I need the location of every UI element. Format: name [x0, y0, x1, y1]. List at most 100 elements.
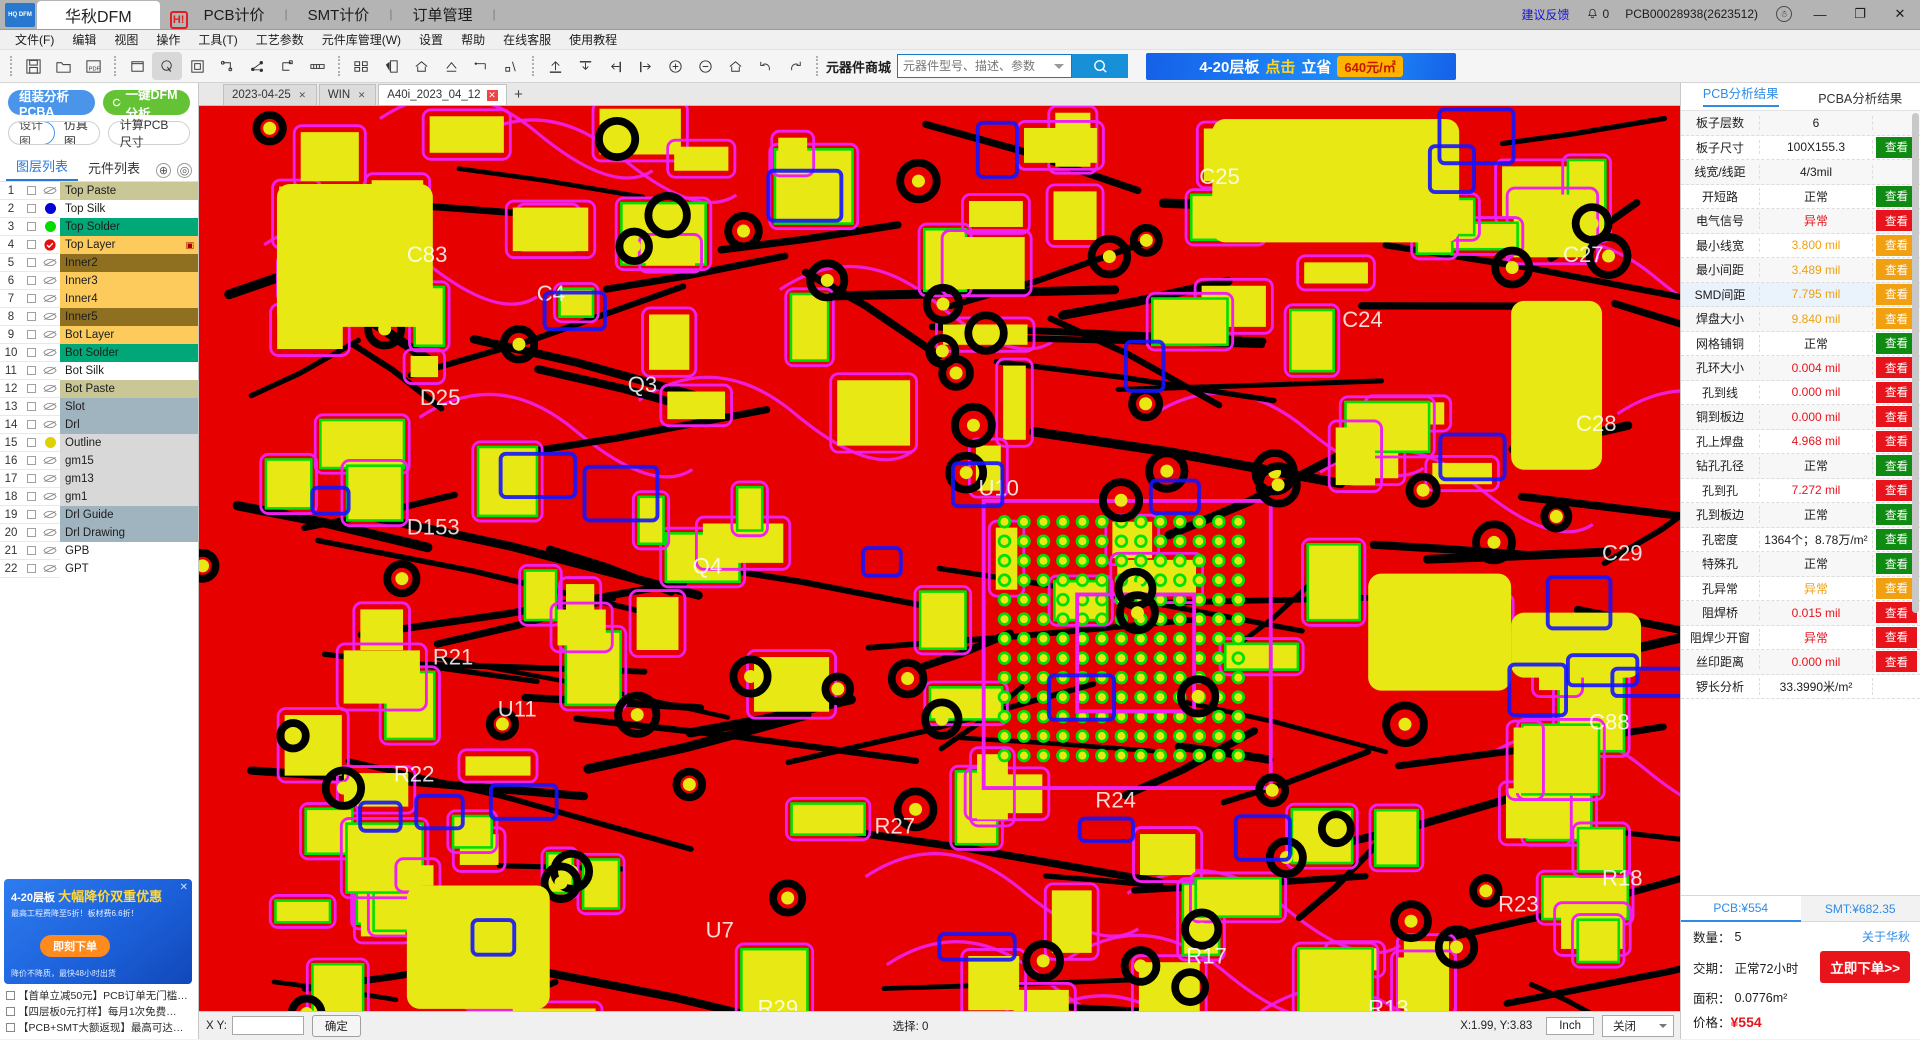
layer-row[interactable]: 9 Bot Layer: [0, 325, 198, 344]
menu-file[interactable]: 文件(F): [6, 30, 63, 50]
layer-row[interactable]: 20 Drl Drawing: [0, 523, 198, 542]
layer-color-dot[interactable]: [44, 203, 56, 214]
view-detail-button[interactable]: 查看: [1876, 626, 1917, 648]
export-pdf-icon[interactable]: PDF: [78, 52, 108, 80]
layer-checkbox[interactable]: [22, 276, 40, 285]
tab-order-manage[interactable]: 订单管理: [396, 0, 488, 29]
component-search-field[interactable]: [897, 54, 1073, 78]
layer-visible-check-icon[interactable]: [44, 238, 56, 251]
notification-bell[interactable]: 0: [1580, 7, 1616, 21]
tab-smt-price[interactable]: SMT:¥682.35: [1800, 896, 1920, 922]
tab-component-list[interactable]: 元件列表: [78, 158, 150, 181]
analysis-row[interactable]: 孔到孔 7.272 mil 查看: [1681, 479, 1920, 503]
layer-name[interactable]: Inner4: [60, 289, 198, 308]
analysis-row[interactable]: 焊盘大小 9.840 mil 查看: [1681, 307, 1920, 332]
layer-hidden-eye-icon[interactable]: [43, 276, 57, 285]
layer-checkbox[interactable]: [22, 474, 40, 483]
search-button[interactable]: [1072, 54, 1129, 78]
close-icon[interactable]: ✕: [486, 89, 498, 101]
promo-banner[interactable]: 4-20层板 点击 立省 640元/㎡: [1146, 52, 1457, 80]
view-detail-button[interactable]: 查看: [1876, 455, 1917, 477]
layer-hidden-eye-icon[interactable]: [43, 528, 57, 537]
analysis-row[interactable]: 阻焊少开窗 异常 查看: [1681, 626, 1920, 650]
layer-row[interactable]: 12 Bot Paste: [0, 379, 198, 398]
analysis-row[interactable]: SMD间距 7.795 mil 查看: [1681, 282, 1920, 307]
analysis-row[interactable]: 电气信号 异常 查看: [1681, 209, 1920, 234]
view-detail-button[interactable]: 查看: [1876, 528, 1917, 550]
layer-hidden-eye-icon[interactable]: [43, 510, 57, 519]
analysis-row[interactable]: 孔密度 1364个；8.78万/m² 查看: [1681, 528, 1920, 552]
layer-row[interactable]: 16 gm15: [0, 451, 198, 470]
layer-hidden-eye-icon[interactable]: [43, 294, 57, 303]
layer-checkbox[interactable]: [22, 294, 40, 303]
layer-checkbox[interactable]: [22, 492, 40, 501]
tab-hqdfm[interactable]: 华秋DFM: [37, 1, 160, 29]
analysis-row[interactable]: 板子尺寸 100X155.3 查看: [1681, 136, 1920, 160]
measure-tool-icon[interactable]: [212, 52, 242, 80]
view-detail-button[interactable]: 查看: [1876, 381, 1917, 403]
layer-row[interactable]: 7 Inner4: [0, 289, 198, 308]
layer-checkbox[interactable]: [22, 240, 40, 249]
layer-name[interactable]: Top Solder: [60, 217, 198, 236]
tab-pcb-price[interactable]: PCB:¥554: [1681, 896, 1801, 922]
home-view-icon[interactable]: [406, 52, 436, 80]
open-folder-icon[interactable]: [48, 52, 78, 80]
view-detail-button[interactable]: 查看: [1876, 308, 1917, 330]
layer-name[interactable]: gm13: [60, 469, 198, 488]
bottom-align-icon[interactable]: [570, 52, 600, 80]
tab-smt-quote[interactable]: SMT计价: [292, 0, 386, 29]
analysis-row[interactable]: 孔到线 0.000 mil 查看: [1681, 381, 1920, 405]
layer-hidden-eye-icon[interactable]: [43, 330, 57, 339]
layer-name[interactable]: Top Layer ▣: [60, 235, 198, 254]
layer-name[interactable]: Inner3: [60, 271, 198, 290]
layer-row[interactable]: 4 Top Layer ▣: [0, 235, 198, 254]
menu-process-params[interactable]: 工艺参数: [247, 30, 313, 50]
layer-hidden-eye-icon[interactable]: [43, 312, 57, 321]
align-icon[interactable]: [272, 52, 302, 80]
confirm-button[interactable]: 确定: [311, 1014, 361, 1037]
report-icon[interactable]: [376, 52, 406, 80]
xy-input[interactable]: [231, 1016, 304, 1035]
doc-tab[interactable]: WIN ✕: [318, 84, 377, 105]
layer-name[interactable]: gm15: [60, 451, 198, 470]
left-align-icon[interactable]: [600, 52, 630, 80]
menu-edit[interactable]: 编辑: [63, 30, 105, 50]
view-detail-button[interactable]: 查看: [1876, 504, 1917, 526]
layer-name[interactable]: gm1: [60, 487, 198, 506]
order-now-button[interactable]: 立即下单>>: [1820, 951, 1910, 983]
view-detail-button[interactable]: 查看: [1876, 357, 1917, 379]
layer-name[interactable]: Inner5: [60, 307, 198, 326]
layer-row[interactable]: 2 Top Silk: [0, 199, 198, 218]
fit-home-icon[interactable]: [720, 52, 750, 80]
layer-row[interactable]: 17 gm13: [0, 469, 198, 488]
view-detail-button[interactable]: 查看: [1876, 553, 1917, 575]
tab-layer-list[interactable]: 图层列表: [6, 156, 79, 181]
view-detail-button[interactable]: 查看: [1876, 577, 1917, 599]
close-selector[interactable]: 关闭: [1601, 1014, 1674, 1037]
analysis-row[interactable]: 线宽/线距 4/3mil: [1681, 160, 1920, 185]
component-mall-label[interactable]: 元器件商城: [824, 57, 897, 76]
analysis-row[interactable]: 铜到板边 0.000 mil 查看: [1681, 405, 1920, 430]
layer-name[interactable]: GPT: [60, 559, 198, 578]
layer-row[interactable]: 1 Top Paste: [0, 181, 198, 200]
doc-tab[interactable]: 2023-04-25 ✕: [223, 84, 317, 105]
layer-row[interactable]: 10 Bot Solder: [0, 343, 198, 362]
vertical-scrollbar[interactable]: [1912, 113, 1919, 613]
list-item[interactable]: 【四层板0元打样】每月1次免费…: [6, 1003, 192, 1019]
user-account-icon[interactable]: ☃: [1776, 6, 1792, 22]
analysis-row[interactable]: 孔上焊盘 4.968 mil 查看: [1681, 430, 1920, 454]
net-icon[interactable]: [242, 52, 272, 80]
view-detail-button[interactable]: 查看: [1876, 234, 1917, 256]
layer-hidden-eye-icon[interactable]: [43, 348, 57, 357]
analysis-row[interactable]: 板子层数 6: [1681, 111, 1920, 136]
layer-checkbox[interactable]: [22, 312, 40, 321]
doc-tab-active[interactable]: A40i_2023_04_12 ✕: [378, 84, 507, 105]
layer-checkbox[interactable]: [22, 402, 40, 411]
layer-checkbox[interactable]: [22, 456, 40, 465]
lock-icon[interactable]: ▣: [185, 236, 194, 254]
dimension-icon[interactable]: [466, 52, 496, 80]
maximize-button[interactable]: ❐: [1840, 0, 1880, 29]
layer-row[interactable]: 3 Top Solder: [0, 217, 198, 236]
layer-row[interactable]: 22 GPT: [0, 559, 198, 578]
menu-settings[interactable]: 设置: [410, 30, 452, 50]
